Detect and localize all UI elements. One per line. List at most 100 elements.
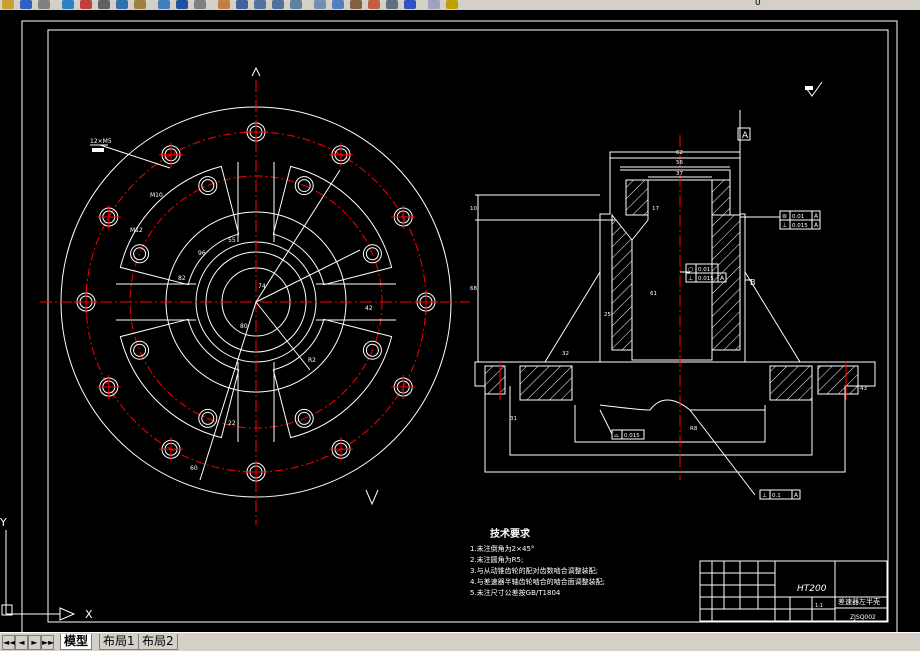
note-line: 2.未注圆角为R5; <box>470 555 523 564</box>
rib-left <box>544 270 601 363</box>
save-icon[interactable] <box>20 0 32 9</box>
dimension-text: 17 <box>652 206 659 212</box>
preview-icon[interactable] <box>62 0 74 9</box>
hatched-section <box>519 365 573 401</box>
scale-text: 1:1 <box>815 603 823 609</box>
tolerance-symbol: ○ <box>688 266 693 273</box>
publish-icon[interactable] <box>80 0 92 9</box>
hatched-section <box>611 213 633 351</box>
radius-leader <box>255 301 311 371</box>
tolerance-symbol: ⊥ <box>688 275 693 282</box>
dimension-text: M12 <box>130 227 143 234</box>
ucs-icon: X Y <box>0 516 93 621</box>
zoom-realtime-icon[interactable] <box>236 0 248 9</box>
leader-marker <box>92 148 104 152</box>
dimension-text: 74 <box>258 283 266 290</box>
layout-tab-bar: ◄◄ ◄ ► ►► 模型 布局1 布局2 <box>0 632 920 651</box>
tolerance-value: 0.01 <box>792 214 804 220</box>
cavity-arc <box>599 399 765 411</box>
calculator-icon[interactable] <box>386 0 398 9</box>
first-tab-button[interactable]: ◄◄ <box>2 635 15 650</box>
material-text: HT200 <box>797 584 827 594</box>
datum-b-label: B <box>750 278 756 287</box>
copy-icon[interactable] <box>116 0 128 9</box>
tolerance-ref: A <box>814 213 819 220</box>
open-icon[interactable] <box>2 0 14 9</box>
pan-icon[interactable] <box>218 0 230 9</box>
dimension-text: 80 <box>240 323 248 330</box>
inner-frame <box>47 29 889 623</box>
drawing-number-text: ZJSQ002 <box>850 614 876 621</box>
tolerance-symbol: ⊥ <box>782 222 787 229</box>
zoom-window-icon[interactable] <box>254 0 266 9</box>
radius-leader <box>255 249 361 303</box>
note-line: 3.与从动锥齿轮的配对齿数啮合调整装配; <box>470 566 598 575</box>
drawing-viewport[interactable]: M10 M12 96 55 82 74 80 42 R2 22 60 12×M5 A B ⊚ 0.01 A ⊥ 0… <box>0 10 920 632</box>
tolerance-value: 0.015 <box>624 433 640 439</box>
tolerance-value: 0.015 <box>698 276 714 282</box>
view-arrow <box>365 489 379 506</box>
hole-callout-text: 12×M5 <box>90 138 112 145</box>
tab-layout2[interactable]: 布局2 <box>138 634 178 650</box>
hatched-section <box>484 365 506 395</box>
cut-icon[interactable] <box>98 0 110 9</box>
help-icon[interactable] <box>404 0 416 9</box>
dimension-text: 60 <box>190 465 198 472</box>
part-name-text: 差速器左半壳 <box>838 597 880 606</box>
note-line: 1.未注倒角为2×45° <box>470 544 534 553</box>
dimension-text: 96 <box>198 250 206 257</box>
tolerance-symbol: ⌓ <box>614 432 619 439</box>
dimension-text: 42 <box>365 305 373 312</box>
dimension-text: 25 <box>604 312 611 318</box>
layer-value[interactable]: 0 <box>755 0 761 8</box>
redo-icon[interactable] <box>194 0 206 9</box>
dimension-text: M10 <box>150 192 163 199</box>
toolpalette-icon[interactable] <box>332 0 344 9</box>
tolerance-value: 0.015 <box>792 223 808 229</box>
technical-notes: 技术要求 1.未注倒角为2×45° 2.未注圆角为R5; 3.与从动锥齿轮的配对… <box>470 527 605 597</box>
sheetset-icon[interactable] <box>350 0 362 9</box>
tolerance-value: 0.01 <box>698 267 710 273</box>
hatched-section <box>711 179 731 216</box>
dimension-text: 68 <box>470 286 477 292</box>
undo-icon[interactable] <box>176 0 188 9</box>
section-view: AB⊚ 0.01 A⊥ 0.015 A○ 0.01⊥ 0.015 A⌓ 0.015⊥ 0.1 A62… <box>470 81 876 500</box>
dimension-text: 32 <box>562 351 569 357</box>
ucs-x-label: X <box>85 608 93 621</box>
properties-icon[interactable] <box>290 0 302 9</box>
roughness-marker <box>805 86 813 90</box>
dimension-text: 62 <box>676 150 683 156</box>
designcenter-icon[interactable] <box>314 0 326 9</box>
tolerance-ref: A <box>814 222 819 229</box>
drawing-canvas[interactable]: M10 M12 96 55 82 74 80 42 R2 22 60 12×M5 A B ⊚ 0.01 A ⊥ 0… <box>0 10 920 632</box>
markup-icon[interactable] <box>368 0 380 9</box>
dimension-text: R2 <box>308 357 316 364</box>
dimension-text: 61 <box>650 291 657 297</box>
note-line: 5.未注尺寸公差按GB/T1804 <box>470 588 561 597</box>
inner-hole-inner <box>133 343 147 357</box>
inner-hole-inner <box>133 247 147 261</box>
view-arrow <box>251 66 261 77</box>
leader-line <box>599 409 613 435</box>
print-icon[interactable] <box>38 0 50 9</box>
hatched-section <box>769 365 813 401</box>
tab-layout1[interactable]: 布局1 <box>99 634 139 650</box>
paste-icon[interactable] <box>134 0 146 9</box>
last-tab-button[interactable]: ►► <box>41 635 54 650</box>
tolerance-symbol: ⊥ <box>762 492 767 499</box>
dimension-text: 56 <box>676 160 683 166</box>
layer-icon[interactable] <box>428 0 440 9</box>
layer-state-icon[interactable] <box>446 0 458 9</box>
tolerance-ref: A <box>794 492 799 499</box>
title-block: HT200 差速器左半壳 ZJSQ002 1:1 <box>699 560 888 622</box>
tolerance-symbol: ⊚ <box>782 213 787 220</box>
prev-tab-button[interactable]: ◄ <box>15 635 28 650</box>
sheet-border <box>21 20 898 632</box>
note-line: 4.与差速器半轴齿轮啮合的啮合面调整装配; <box>470 577 605 586</box>
front-view: M10 M12 96 55 82 74 80 42 R2 22 60 12×M5 <box>40 66 470 525</box>
matchprop-icon[interactable] <box>158 0 170 9</box>
tab-model[interactable]: 模型 <box>60 634 93 650</box>
notes-title: 技术要求 <box>490 527 531 540</box>
zoom-previous-icon[interactable] <box>272 0 284 9</box>
next-tab-button[interactable]: ► <box>28 635 41 650</box>
